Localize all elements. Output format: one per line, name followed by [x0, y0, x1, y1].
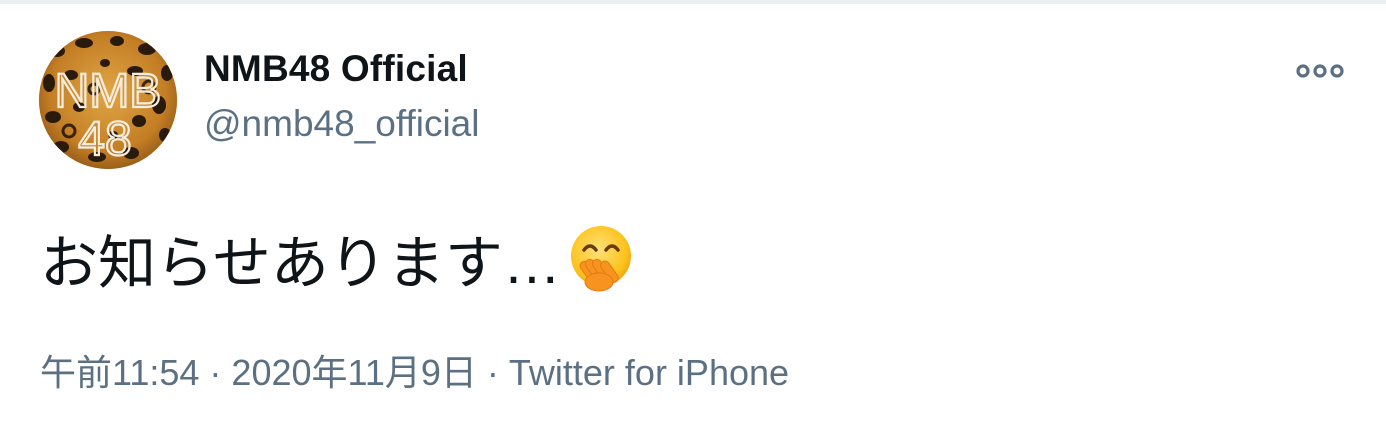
tweet-card[interactable]: NMB 48 NMB48 Official @nmb48_official お知…	[0, 4, 1386, 421]
user-handle[interactable]: @nmb48_official	[204, 103, 479, 145]
tweet-text: お知らせあります…	[40, 218, 637, 298]
tweet-body-text: お知らせあります…	[40, 231, 561, 296]
avatar-logo-line2: 48	[78, 113, 131, 166]
avatar-logo-line1: NMB	[55, 65, 162, 118]
tweet-meta: 午前11:54 · 2020年11月9日 · Twitter for iPhone	[40, 344, 789, 396]
tweet-date-link[interactable]: 2020年11月9日	[231, 352, 476, 393]
more-options-button[interactable]	[1290, 54, 1350, 88]
face-with-hand-over-mouth-emoji	[565, 222, 637, 294]
avatar[interactable]: NMB 48	[39, 31, 177, 169]
tweet-time-link[interactable]: 午前11:54	[40, 352, 199, 393]
meta-separator: ·	[209, 352, 222, 393]
meta-separator: ·	[486, 352, 499, 393]
display-name[interactable]: NMB48 Official	[204, 48, 468, 90]
more-dots-icon	[1296, 64, 1344, 78]
tweet-source-link[interactable]: Twitter for iPhone	[509, 352, 789, 393]
avatar-image: NMB 48	[39, 31, 177, 169]
